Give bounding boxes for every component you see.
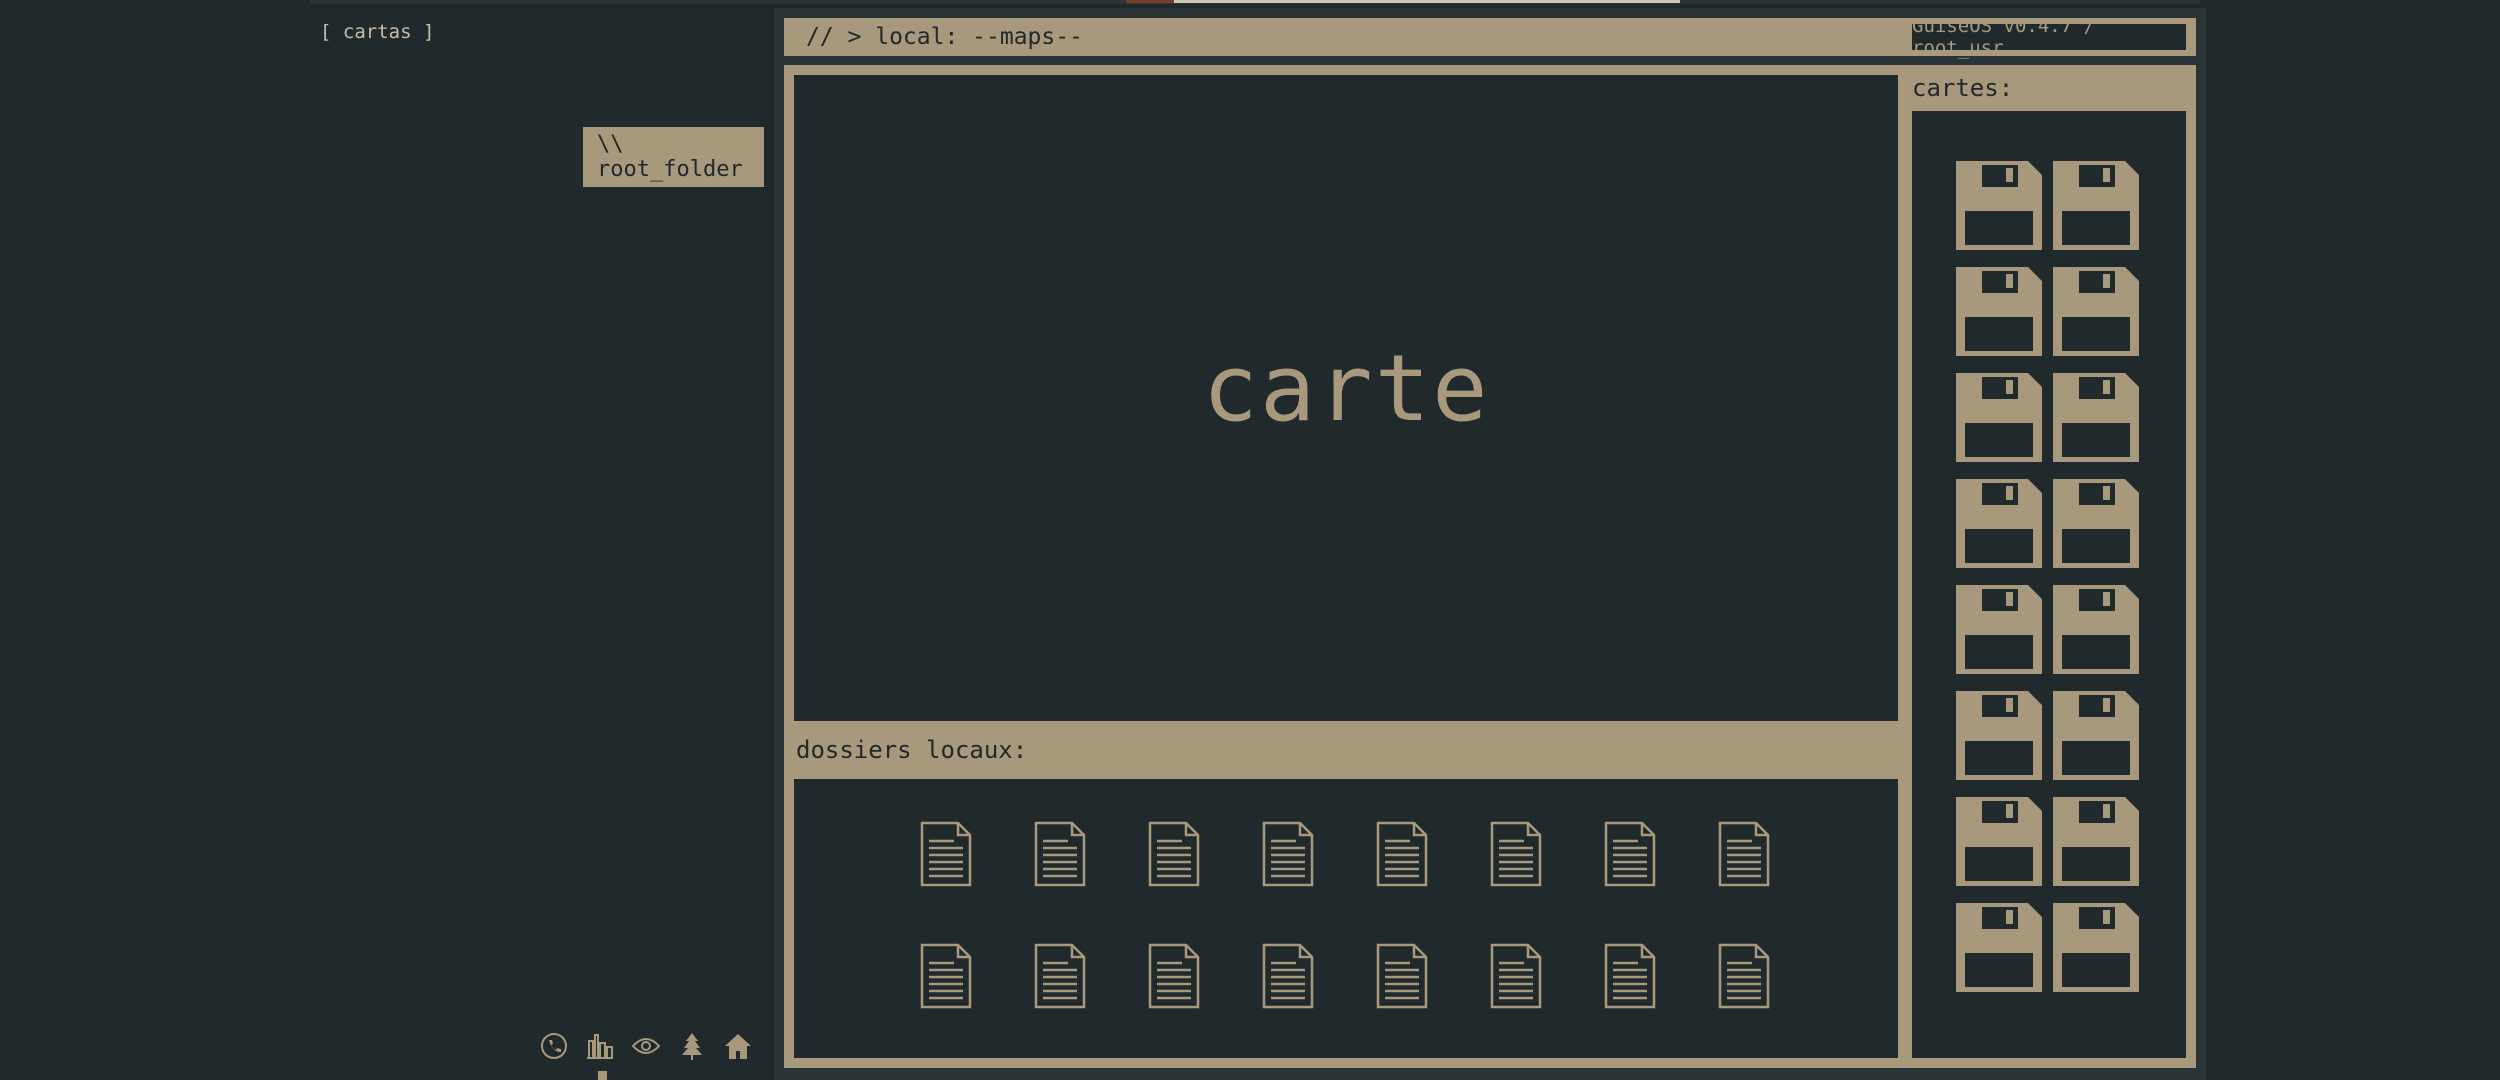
document-icon[interactable]: [918, 819, 974, 889]
cartas-label: [ cartas ]: [320, 21, 435, 43]
top-strip: [310, 0, 2200, 4]
window-title-path: // > local: --maps--: [806, 24, 1083, 50]
document-icon[interactable]: [1032, 819, 1088, 889]
top-strip-highlight: [1174, 0, 1680, 3]
floppy-disk-icon[interactable]: [1956, 691, 2042, 780]
document-icon[interactable]: [1260, 941, 1316, 1011]
document-icon[interactable]: [1032, 941, 1088, 1011]
document-icon[interactable]: [1374, 941, 1430, 1011]
floppy-disk-icon[interactable]: [1956, 797, 2042, 886]
floppy-disk-icon[interactable]: [2053, 479, 2139, 568]
phone-icon[interactable]: [538, 1030, 570, 1062]
top-strip-accent: [1126, 0, 1174, 3]
document-icon[interactable]: [1716, 941, 1772, 1011]
version-badge: GuiseOS v0.4.7 / root_usr: [1910, 15, 2188, 59]
root-folder-label: \\ root_folder: [597, 132, 743, 182]
map-view[interactable]: carte: [794, 75, 1898, 721]
city-icon[interactable]: [584, 1030, 616, 1062]
eye-icon[interactable]: [630, 1030, 662, 1062]
floppy-disk-icon[interactable]: [1956, 903, 2042, 992]
floppy-disk-icon[interactable]: [2053, 373, 2139, 462]
document-icon[interactable]: [1602, 819, 1658, 889]
floppy-disk-icon[interactable]: [2053, 797, 2139, 886]
tree-icon[interactable]: [676, 1030, 708, 1062]
cartes-header: cartes:: [1912, 74, 2014, 102]
document-icon[interactable]: [918, 941, 974, 1011]
document-icon[interactable]: [1716, 819, 1772, 889]
maps-window: // > local: --maps-- GuiseOS v0.4.7 / ro…: [774, 8, 2206, 1080]
document-icon[interactable]: [1374, 819, 1430, 889]
window-titlebar[interactable]: // > local: --maps-- GuiseOS v0.4.7 / ro…: [784, 15, 2196, 59]
document-icon[interactable]: [1146, 941, 1202, 1011]
floppy-disk-icon[interactable]: [2053, 691, 2139, 780]
floppy-disk-icon[interactable]: [1956, 585, 2042, 674]
map-title: carte: [1202, 334, 1490, 442]
home-icon[interactable]: [722, 1030, 754, 1062]
document-icon[interactable]: [1602, 941, 1658, 1011]
document-icon[interactable]: [1260, 819, 1316, 889]
floppy-disk-icon[interactable]: [1956, 267, 2042, 356]
floppy-disk-icon[interactable]: [2053, 585, 2139, 674]
document-icon[interactable]: [1488, 941, 1544, 1011]
floppy-disk-icon[interactable]: [2053, 161, 2139, 250]
floppy-disk-icon[interactable]: [1956, 373, 2042, 462]
dossiers-header: dossiers locaux:: [796, 736, 1028, 764]
root-folder-button[interactable]: \\ root_folder: [583, 127, 764, 187]
floppy-disk-icon[interactable]: [2053, 267, 2139, 356]
floppy-disk-icon[interactable]: [1956, 161, 2042, 250]
document-grid: [918, 819, 1772, 1011]
document-icon[interactable]: [1146, 819, 1202, 889]
cartes-panel: [1912, 111, 2186, 1058]
dock: [538, 1030, 754, 1062]
disk-grid: [1956, 161, 2139, 992]
window-frame: carte dossiers locaux: cartes:: [784, 65, 2196, 1068]
dock-active-indicator: [598, 1071, 607, 1080]
document-icon[interactable]: [1488, 819, 1544, 889]
dossiers-panel: [794, 779, 1898, 1058]
floppy-disk-icon[interactable]: [1956, 479, 2042, 568]
floppy-disk-icon[interactable]: [2053, 903, 2139, 992]
